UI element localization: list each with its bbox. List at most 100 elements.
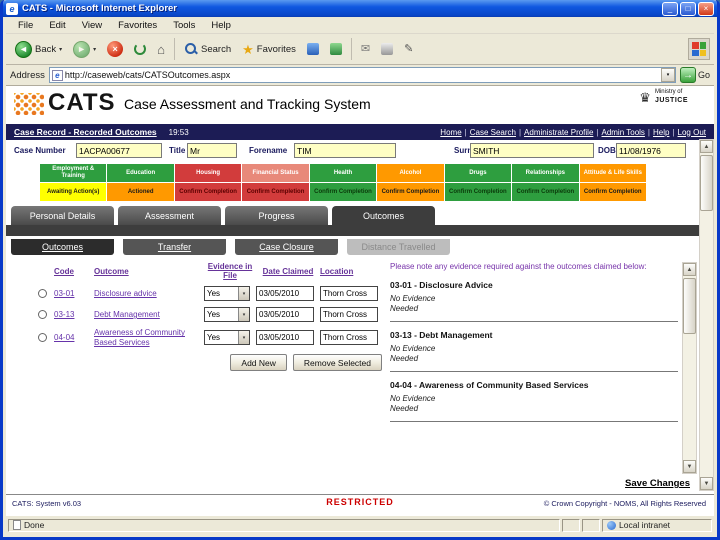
search-button[interactable]: Search (179, 40, 236, 58)
pathway-status[interactable]: Actioned (107, 183, 174, 201)
ie-app-icon: e (6, 2, 18, 15)
nav-link-case-search[interactable]: Case Search (470, 128, 516, 137)
dropdown-arrow-icon[interactable]: ▾ (238, 331, 249, 345)
pathway-status[interactable]: Confirm Completion (174, 183, 242, 201)
scroll-up-button[interactable]: ▲ (683, 263, 696, 276)
scroll-up-button[interactable]: ▲ (700, 140, 713, 153)
pathway-status[interactable]: Confirm Completion (242, 183, 309, 201)
nav-link-home[interactable]: Home (440, 128, 461, 137)
scroll-down-button[interactable]: ▼ (683, 460, 696, 473)
title-field[interactable] (187, 143, 237, 158)
row-radio[interactable] (38, 333, 47, 343)
dob-field[interactable] (616, 143, 686, 158)
add-new-button[interactable]: Add New (230, 354, 287, 371)
scroll-thumb[interactable] (683, 278, 696, 334)
evidence-entry-note: No Evidence Needed (390, 293, 436, 313)
go-label: Go (697, 70, 710, 80)
remove-selected-button[interactable]: Remove Selected (292, 354, 382, 371)
tab-bar (6, 225, 714, 236)
nav-link-help[interactable]: Help (653, 128, 669, 137)
page-title: Case Assessment and Tracking System (124, 96, 371, 112)
address-input[interactable] (64, 69, 661, 81)
scroll-track[interactable] (700, 153, 713, 477)
menu-help[interactable]: Help (203, 20, 239, 31)
page-scrollbar[interactable]: ▲ ▼ (699, 139, 714, 491)
row-code[interactable]: 03-01 (54, 289, 94, 299)
surname-field[interactable] (470, 143, 594, 158)
pathway-status[interactable]: Confirm Completion (512, 183, 579, 201)
evidence-select[interactable]: Yes ▾ (204, 307, 250, 323)
forward-dropdown-icon[interactable]: ▾ (93, 46, 96, 53)
row-code[interactable]: 03-13 (54, 310, 94, 320)
nav-link-administrate-profile[interactable]: Administrate Profile (524, 128, 593, 137)
evidence-select[interactable]: Yes ▾ (204, 286, 250, 302)
row-date: 03/05/2010 (256, 330, 314, 346)
menu-tools[interactable]: Tools (165, 20, 203, 31)
mail-button[interactable]: ✉ (356, 42, 375, 57)
col-header-evidence: Evidence in File (207, 262, 253, 281)
forename-field[interactable] (294, 143, 396, 158)
pathway-status[interactable]: Awaiting Action(s) (40, 183, 107, 201)
dropdown-arrow-icon[interactable]: ▾ (238, 287, 249, 301)
case-number-field[interactable] (76, 143, 162, 158)
scroll-down-button[interactable]: ▼ (700, 477, 713, 490)
tab-outcomes[interactable]: Outcomes (332, 206, 435, 225)
row-outcome-link[interactable]: Awareness of Community Based Services (94, 328, 204, 347)
row-outcome-link[interactable]: Debt Management (94, 310, 204, 320)
back-button[interactable]: ◄ Back ▾ (10, 39, 67, 60)
back-dropdown-icon[interactable]: ▾ (59, 46, 62, 53)
browser-window: e CATS - Microsoft Internet Explorer _ □… (0, 0, 720, 540)
copyright-text: © Crown Copyright - NOMS, All Rights Res… (543, 499, 706, 508)
go-button[interactable]: → Go (679, 67, 710, 83)
stop-button[interactable]: × (102, 39, 128, 59)
media-button[interactable] (302, 41, 324, 57)
scroll-thumb[interactable] (700, 155, 713, 211)
go-arrow-icon: → (679, 67, 696, 83)
address-dropdown-icon[interactable]: ▾ (660, 68, 675, 82)
tab-progress[interactable]: Progress (225, 206, 328, 225)
refresh-button[interactable] (129, 41, 151, 57)
scroll-down-icon: ▼ (686, 463, 693, 470)
favorites-label: Favorites (256, 43, 296, 55)
favorites-button[interactable]: ★ Favorites (237, 41, 301, 58)
pathway-status[interactable]: Confirm Completion (309, 183, 377, 201)
menu-edit[interactable]: Edit (41, 20, 73, 31)
table-buttons: Add New Remove Selected (36, 354, 382, 371)
maximize-button[interactable]: □ (680, 1, 696, 16)
subtab-transfer[interactable]: Transfer (123, 239, 226, 255)
row-code[interactable]: 04-04 (54, 333, 94, 343)
toolbar-separator (174, 38, 176, 60)
pathway-grid: Employment & Training Awaiting Action(s) … (40, 164, 646, 201)
evidence-panel-scrollbar[interactable]: ▲ ▼ (682, 262, 697, 474)
nav-link-log-out[interactable]: Log Out (678, 128, 706, 137)
subtab-case-closure[interactable]: Case Closure (235, 239, 338, 255)
row-radio[interactable] (38, 289, 47, 299)
home-icon: ⌂ (157, 41, 166, 57)
menu-favorites[interactable]: Favorites (110, 20, 165, 31)
edit-button[interactable]: ✎ (399, 42, 418, 57)
row-outcome-link[interactable]: Disclosure advice (94, 289, 204, 299)
dropdown-arrow-icon[interactable]: ▾ (238, 308, 249, 322)
forward-icon: ► (73, 40, 91, 58)
pathway-status[interactable]: Confirm Completion (377, 183, 444, 201)
tab-personal-details[interactable]: Personal Details (11, 206, 114, 225)
minimize-button[interactable]: _ (662, 1, 678, 16)
evidence-select[interactable]: Yes ▾ (204, 330, 250, 346)
menu-view[interactable]: View (74, 20, 110, 31)
pathway-name: Employment & Training (40, 164, 107, 182)
forward-button[interactable]: ► ▾ (68, 39, 101, 60)
subtab-outcomes[interactable]: Outcomes (11, 239, 114, 255)
close-button[interactable]: × (698, 1, 714, 16)
save-changes-link[interactable]: Save Changes (625, 478, 690, 489)
history-button[interactable] (325, 41, 347, 57)
menu-file[interactable]: File (10, 20, 41, 31)
row-radio[interactable] (38, 310, 47, 320)
nav-link-admin-tools[interactable]: Admin Tools (601, 128, 644, 137)
scroll-track[interactable] (683, 276, 696, 460)
pathway-status[interactable]: Confirm Completion (444, 183, 512, 201)
tab-assessment[interactable]: Assessment (118, 206, 221, 225)
pathway-status[interactable]: Confirm Completion (579, 183, 646, 201)
print-button[interactable] (376, 41, 398, 57)
home-button[interactable]: ⌂ (152, 41, 170, 58)
ministry-of-justice-logo: ♛ Ministry of JUSTICE (639, 89, 688, 105)
